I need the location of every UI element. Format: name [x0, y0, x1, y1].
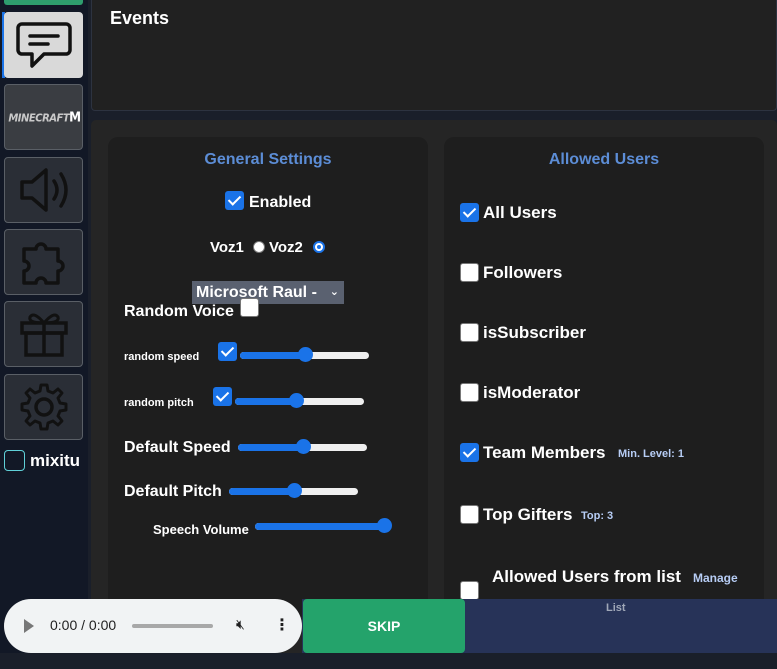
- chat-icon: [15, 22, 72, 68]
- voz1-radio[interactable]: [253, 241, 265, 253]
- gift-icon: [19, 313, 68, 357]
- default-speed-slider[interactable]: [238, 439, 367, 455]
- voz2-label: Voz2: [269, 239, 303, 256]
- volume-icon[interactable]: 🔇︎: [236, 616, 245, 633]
- minecraft-logo: MINECRAFTM: [8, 109, 81, 125]
- voz2-radio[interactable]: [313, 241, 325, 253]
- sidebar-top-tab[interactable]: [4, 0, 83, 5]
- top-gifters-label: Top Gifters: [483, 505, 573, 524]
- speech-volume-slider[interactable]: [255, 518, 392, 534]
- top-gifters-count[interactable]: Top: 3: [581, 510, 613, 522]
- general-settings-title: General Settings: [204, 151, 332, 168]
- sidebar-item-sound[interactable]: [4, 157, 83, 223]
- default-pitch-label: Default Pitch: [124, 483, 222, 500]
- random-speed-label: random speed: [124, 351, 200, 363]
- is-subscriber-label: isSubscriber: [483, 323, 586, 342]
- random-voice-label: Random Voice: [124, 303, 234, 320]
- speech-volume-label: Speech Volume: [153, 522, 249, 537]
- skip-button[interactable]: SKIP: [303, 599, 465, 653]
- sidebar: MINECRAFTM mixitu: [0, 0, 88, 669]
- random-pitch-slider[interactable]: [235, 393, 364, 409]
- allowed-list-label: Allowed Users from list: [492, 567, 681, 586]
- general-settings-panel: General Settings Enabled Voz1 Voz2 Micro…: [108, 137, 428, 617]
- default-pitch-slider[interactable]: [229, 483, 358, 499]
- user-checkbox[interactable]: [4, 450, 25, 471]
- player-time: 0:00 / 0:00: [50, 617, 117, 633]
- gear-icon: [20, 383, 67, 431]
- team-members-min-level[interactable]: Min. Level: 1: [618, 448, 684, 460]
- events-panel: Events: [91, 0, 777, 111]
- random-pitch-checkbox[interactable]: [213, 387, 232, 406]
- allowed-users-panel: Allowed Users All Users Followers isSubs…: [444, 137, 764, 617]
- is-moderator-label: isModerator: [483, 383, 581, 402]
- random-voice-checkbox[interactable]: [240, 298, 259, 317]
- top-gifters-checkbox[interactable]: [460, 505, 479, 524]
- default-speed-label: Default Speed: [124, 439, 231, 456]
- sidebar-item-chat[interactable]: [4, 12, 83, 78]
- sidebar-item-settings[interactable]: [4, 374, 83, 440]
- user-toggle[interactable]: mixitu: [4, 450, 80, 471]
- sidebar-item-minecraft[interactable]: MINECRAFTM: [4, 84, 83, 150]
- bottom-strip: [0, 653, 777, 669]
- team-members-label: Team Members: [483, 443, 606, 462]
- is-subscriber-checkbox[interactable]: [460, 323, 479, 342]
- more-options-icon[interactable]: ⋮: [274, 615, 290, 635]
- team-members-checkbox[interactable]: [460, 443, 479, 462]
- enabled-checkbox[interactable]: [225, 191, 244, 210]
- enabled-label: Enabled: [249, 194, 312, 211]
- all-users-label: All Users: [483, 203, 557, 222]
- random-speed-slider[interactable]: [240, 347, 369, 363]
- followers-checkbox[interactable]: [460, 263, 479, 282]
- voz1-label: Voz1: [210, 239, 244, 256]
- username: mixitu: [30, 450, 81, 470]
- all-users-checkbox[interactable]: [460, 203, 479, 222]
- play-icon[interactable]: [24, 619, 34, 633]
- chevron-down-icon: ⌄: [329, 286, 339, 298]
- is-moderator-checkbox[interactable]: [460, 383, 479, 402]
- events-title: Events: [110, 8, 170, 28]
- puzzle-icon: [21, 242, 65, 285]
- random-speed-checkbox[interactable]: [218, 342, 237, 361]
- main-panel: General Settings Enabled Voz1 Voz2 Micro…: [91, 120, 777, 669]
- allowed-list-checkbox[interactable]: [460, 581, 479, 600]
- followers-label: Followers: [483, 263, 563, 282]
- manage-list-link[interactable]: Manage: [693, 571, 738, 585]
- allowed-users-title: Allowed Users: [548, 151, 660, 168]
- manage-list-link-continued[interactable]: List: [606, 602, 626, 614]
- random-pitch-label: random pitch: [124, 397, 194, 409]
- speaker-icon: [19, 168, 68, 212]
- sidebar-item-plugins[interactable]: [4, 229, 83, 295]
- skip-bar: SKIP List: [302, 599, 777, 653]
- sidebar-item-gifts[interactable]: [4, 301, 83, 367]
- voice-select[interactable]: Microsoft Raul - ⌄: [192, 281, 344, 304]
- player-progress-bar[interactable]: [132, 624, 213, 628]
- audio-player: 0:00 / 0:00 🔇︎ ⋮: [4, 599, 302, 653]
